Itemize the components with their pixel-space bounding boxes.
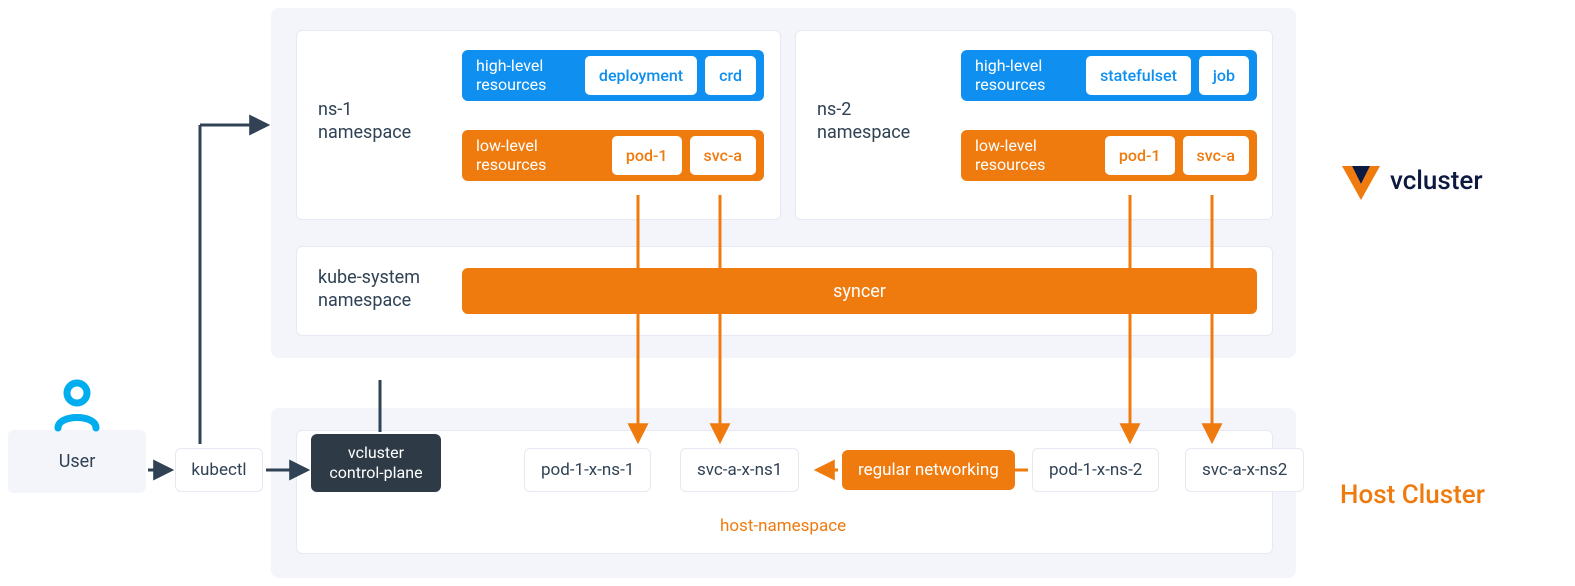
ns2-low-title: low-level resources (975, 137, 1045, 174)
host-namespace-label: host-namespace (720, 516, 846, 536)
user-label: User (59, 451, 96, 472)
ns1-high-item-crd: crd (705, 56, 756, 95)
host-pod1-ns2: pod-1-x-ns-2 (1032, 448, 1159, 492)
ns2-high-item-statefulset: statefulset (1086, 56, 1191, 95)
ns1-low-title: low-level resources (476, 137, 546, 174)
host-cluster-label: Host Cluster (1340, 480, 1485, 510)
vcluster-logo-icon (1340, 160, 1382, 202)
ctrlplane-label: vcluster control-plane (329, 443, 422, 483)
ns1-low-item-pod: pod-1 (612, 136, 682, 175)
ns1-high-title: high-level resources (476, 57, 546, 94)
ns1-high-item-deployment: deployment (585, 56, 697, 95)
ns1-low-item-svc: svc-a (690, 136, 756, 175)
ns2-label: ns-2 namespace (817, 98, 910, 145)
ns1-high-resources: high-level resources deployment crd (462, 50, 764, 101)
ns1-low-resources: low-level resources pod-1 svc-a (462, 130, 764, 181)
ns2-high-item-job: job (1199, 56, 1249, 95)
ns2-high-resources: high-level resources statefulset job (961, 50, 1257, 101)
ns2-low-item-svc: svc-a (1183, 136, 1249, 175)
syncer-bar: syncer (462, 268, 1257, 314)
ns2-low-resources: low-level resources pod-1 svc-a (961, 130, 1257, 181)
user-box: User (8, 430, 146, 493)
vcluster-control-plane: vcluster control-plane (311, 434, 441, 492)
ns1-label: ns-1 namespace (318, 98, 411, 145)
user-icon (52, 378, 102, 432)
kubectl-box: kubectl (175, 448, 263, 492)
kube-system-label: kube-system namespace (318, 266, 420, 313)
regular-networking: regular networking (842, 450, 1015, 490)
ns2-low-item-pod: pod-1 (1105, 136, 1175, 175)
host-svc-a-ns2: svc-a-x-ns2 (1185, 448, 1304, 492)
host-svc-a-ns1: svc-a-x-ns1 (680, 448, 799, 492)
vcluster-logo: vcluster (1340, 160, 1483, 202)
host-pod1-ns1: pod-1-x-ns-1 (524, 448, 651, 492)
vcluster-logo-text: vcluster (1390, 166, 1483, 196)
ns2-high-title: high-level resources (975, 57, 1045, 94)
